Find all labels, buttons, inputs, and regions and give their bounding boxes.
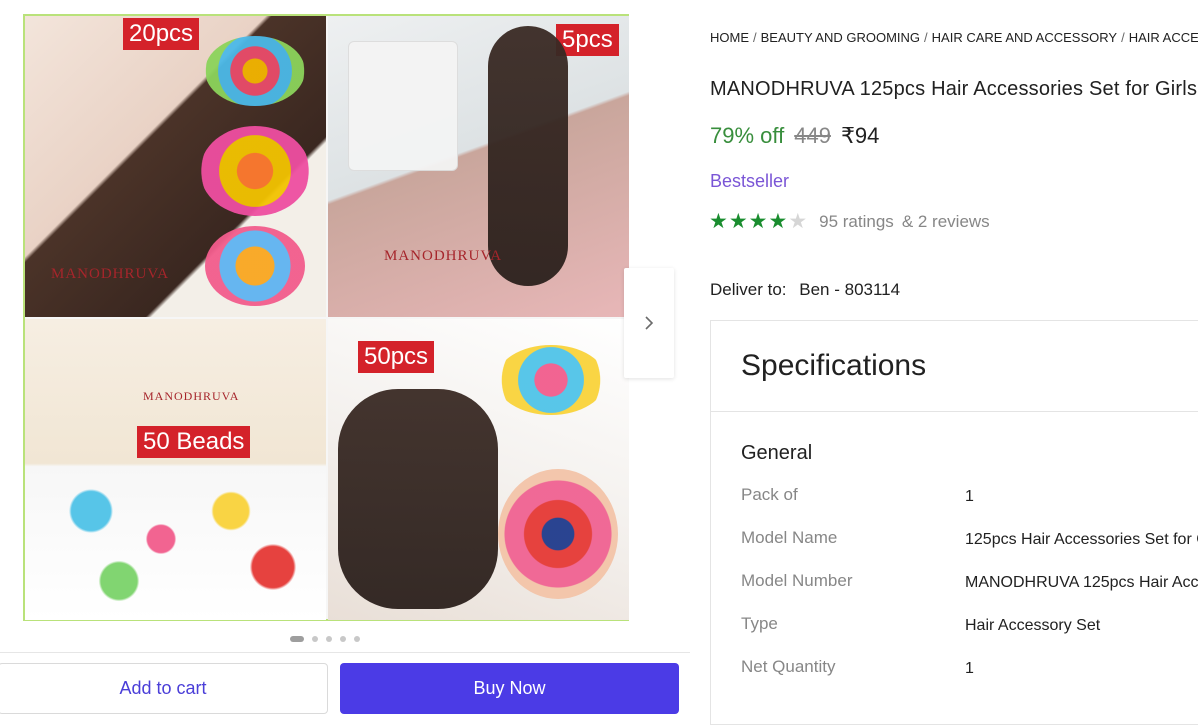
- pack-count-badge: 50pcs: [358, 341, 435, 373]
- spec-value: 125pcs Hair Accessories Set for Girls: [965, 531, 1198, 548]
- pack-count-badge: 20pcs: [123, 18, 200, 50]
- product-image-panel: MANODHRUVA 50 Beads: [25, 319, 326, 620]
- spec-key: Model Number: [741, 571, 853, 590]
- spec-key: Net Quantity: [741, 657, 836, 676]
- specifications-heading: Specifications: [741, 349, 927, 382]
- specifications-card: Specifications General Pack of 1 Model N…: [710, 320, 1198, 725]
- delivery-label: Deliver to:: [710, 280, 787, 299]
- carousel-dot[interactable]: [312, 636, 318, 642]
- chevron-right-icon: [645, 316, 654, 330]
- brand-watermark: MANODHRUVA: [384, 248, 503, 264]
- spec-value: MANODHRUVA 125pcs Hair Accessories: [965, 574, 1198, 591]
- star-icon: ★: [748, 210, 768, 233]
- spec-row: Model Number MANODHRUVA 125pcs Hair Acce…: [741, 571, 1198, 592]
- delivery-location[interactable]: Deliver to: Ben - 803114: [710, 280, 900, 300]
- add-to-cart-button[interactable]: Add to cart: [0, 663, 328, 714]
- brand-watermark: MANODHRUVA: [51, 266, 170, 282]
- pack-count-badge: 50 Beads: [137, 426, 251, 458]
- breadcrumb-item-hair-accessory[interactable]: HAIR ACCESSORY: [1129, 30, 1198, 45]
- spec-group-title: General: [741, 442, 813, 464]
- star-icon: ★: [709, 210, 728, 233]
- star-rating: ★ ★ ★ ★ ★: [709, 211, 807, 233]
- spec-value: 1: [965, 660, 974, 677]
- discount-percent: 79% off: [710, 123, 785, 148]
- spec-row: Model Name 125pcs Hair Accessories Set f…: [741, 528, 1198, 549]
- delivery-pincode: Ben - 803114: [799, 280, 901, 299]
- star-icon: ★: [728, 210, 748, 233]
- product-title: MANODHRUVA 125pcs Hair Accessories Set f…: [710, 78, 1198, 100]
- spec-value: 1: [965, 488, 974, 505]
- carousel-dot[interactable]: [326, 636, 332, 642]
- divider: [0, 652, 690, 653]
- carousel-dot[interactable]: [290, 636, 304, 642]
- star-icon: ★: [768, 210, 788, 233]
- spec-value: Hair Accessory Set: [965, 617, 1101, 634]
- selling-price: ₹94: [840, 123, 880, 148]
- product-image-panel: 50pcs: [328, 319, 629, 620]
- original-price: 449: [794, 123, 831, 148]
- carousel-dot[interactable]: [340, 636, 346, 642]
- star-icon: ★: [788, 210, 808, 233]
- spec-key: Model Name: [741, 528, 838, 547]
- spec-row: Net Quantity 1: [741, 657, 1198, 678]
- spec-row: Type Hair Accessory Set: [741, 614, 1198, 635]
- spec-key: Type: [741, 614, 778, 633]
- buy-now-button[interactable]: Buy Now: [340, 663, 679, 714]
- next-image-button[interactable]: [624, 268, 674, 378]
- carousel-indicator: [290, 636, 360, 642]
- breadcrumb-item-hair-care[interactable]: HAIR CARE AND ACCESSORY: [932, 30, 1117, 45]
- carousel-dot[interactable]: [354, 636, 360, 642]
- ratings-count: 95 ratings: [819, 212, 894, 231]
- spec-key: Pack of: [741, 485, 798, 504]
- product-image-gallery[interactable]: 20pcs MANODHRUVA 5pcs MANODHRUVA MANODHR…: [23, 14, 629, 621]
- bestseller-badge: Bestseller: [710, 171, 790, 191]
- breadcrumb: HOME / BEAUTY AND GROOMING / HAIR CARE AND A…: [710, 30, 1198, 45]
- product-image-panel: 20pcs MANODHRUVA: [25, 16, 326, 317]
- rating-summary[interactable]: ★ ★ ★ ★ ★ 95 ratings & 2 reviews: [709, 211, 990, 233]
- divider: [711, 411, 1198, 412]
- breadcrumb-item-home[interactable]: HOME: [710, 30, 749, 45]
- spec-row: Pack of 1: [741, 485, 1198, 506]
- reviews-count: & 2 reviews: [901, 212, 990, 231]
- breadcrumb-item-beauty[interactable]: BEAUTY AND GROOMING: [761, 30, 920, 45]
- product-image-panel: 5pcs MANODHRUVA: [328, 16, 629, 317]
- price-row: 79% off 449 ₹94: [710, 123, 879, 149]
